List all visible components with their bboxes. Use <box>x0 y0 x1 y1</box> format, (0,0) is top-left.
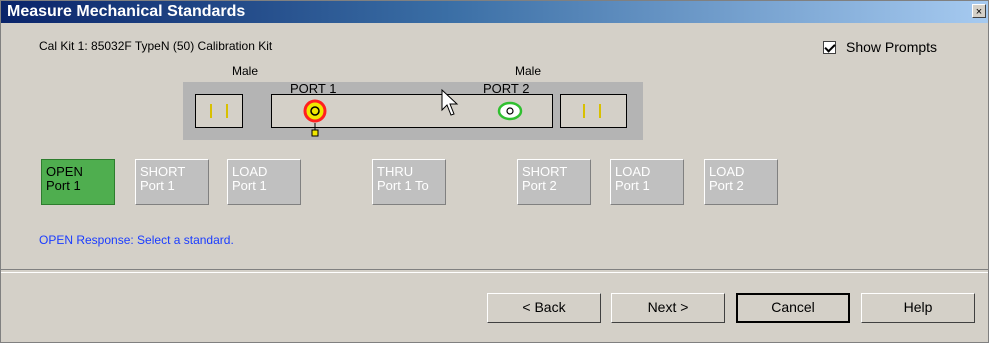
left-connector <box>195 94 243 128</box>
standard-name: SHORT <box>522 164 568 179</box>
connector-pin <box>226 104 228 118</box>
port-1-underline <box>289 94 347 95</box>
left-connector-gender-label: Male <box>232 64 259 78</box>
standard-port: Port 2 <box>522 178 557 193</box>
close-button[interactable]: × <box>972 4 986 18</box>
right-connector-gender-label: Male <box>515 64 542 78</box>
show-prompts-label: Show Prompts <box>846 39 938 55</box>
help-button[interactable]: Help <box>861 293 975 323</box>
connection-diagram: PORT 1 PORT 2 <box>183 81 643 140</box>
close-icon: × <box>975 6 983 18</box>
title-bar[interactable]: Measure Mechanical Standards × <box>1 1 988 23</box>
port-2-connector-icon <box>497 101 523 121</box>
window-title: Measure Mechanical Standards <box>7 3 246 20</box>
show-prompts-checkbox[interactable] <box>823 40 836 54</box>
cancel-button[interactable]: Cancel <box>736 293 850 323</box>
back-button[interactable]: < Back <box>487 293 601 323</box>
connector-pin <box>583 104 585 118</box>
thru-port-1-to-button[interactable]: THRU Port 1 To <box>372 159 446 205</box>
standard-name: LOAD <box>709 164 745 179</box>
next-button[interactable]: Next > <box>611 293 725 323</box>
short-port-2-button[interactable]: SHORT Port 2 <box>517 159 591 205</box>
standard-port: Port 2 <box>709 178 744 193</box>
standard-name: OPEN <box>46 164 83 179</box>
short-port-1-button[interactable]: SHORT Port 1 <box>135 159 209 205</box>
load-port-2-button[interactable]: LOAD Port 2 <box>704 159 778 205</box>
footer-separator <box>1 269 988 273</box>
load-port-1-button[interactable]: LOAD Port 1 <box>227 159 301 205</box>
standard-port: Port 1 To <box>377 178 429 193</box>
standard-port: Port 1 <box>615 178 650 193</box>
port-1-connector-icon <box>303 99 327 137</box>
status-message: OPEN Response: Select a standard. <box>39 233 234 247</box>
open-port-1-button[interactable]: OPEN Port 1 <box>41 159 115 205</box>
standard-name: SHORT <box>140 164 186 179</box>
show-prompts-control[interactable]: Show Prompts <box>823 39 937 55</box>
mouse-cursor-icon <box>441 89 459 116</box>
standard-port: Port 1 <box>46 178 81 193</box>
right-connector <box>560 94 627 128</box>
standard-name: LOAD <box>615 164 651 179</box>
standard-name: LOAD <box>232 164 268 179</box>
standard-name: THRU <box>377 164 414 179</box>
standard-port: Port 1 <box>140 178 175 193</box>
connector-pin <box>210 104 212 118</box>
port-2-underline <box>483 94 541 95</box>
dialog-window: Measure Mechanical Standards × Cal Kit 1… <box>0 0 989 343</box>
load-port-1-second-button[interactable]: LOAD Port 1 <box>610 159 684 205</box>
cal-kit-label: Cal Kit 1: 85032F TypeN (50) Calibration… <box>39 39 273 53</box>
connector-pin <box>599 104 601 118</box>
standard-port: Port 1 <box>232 178 267 193</box>
